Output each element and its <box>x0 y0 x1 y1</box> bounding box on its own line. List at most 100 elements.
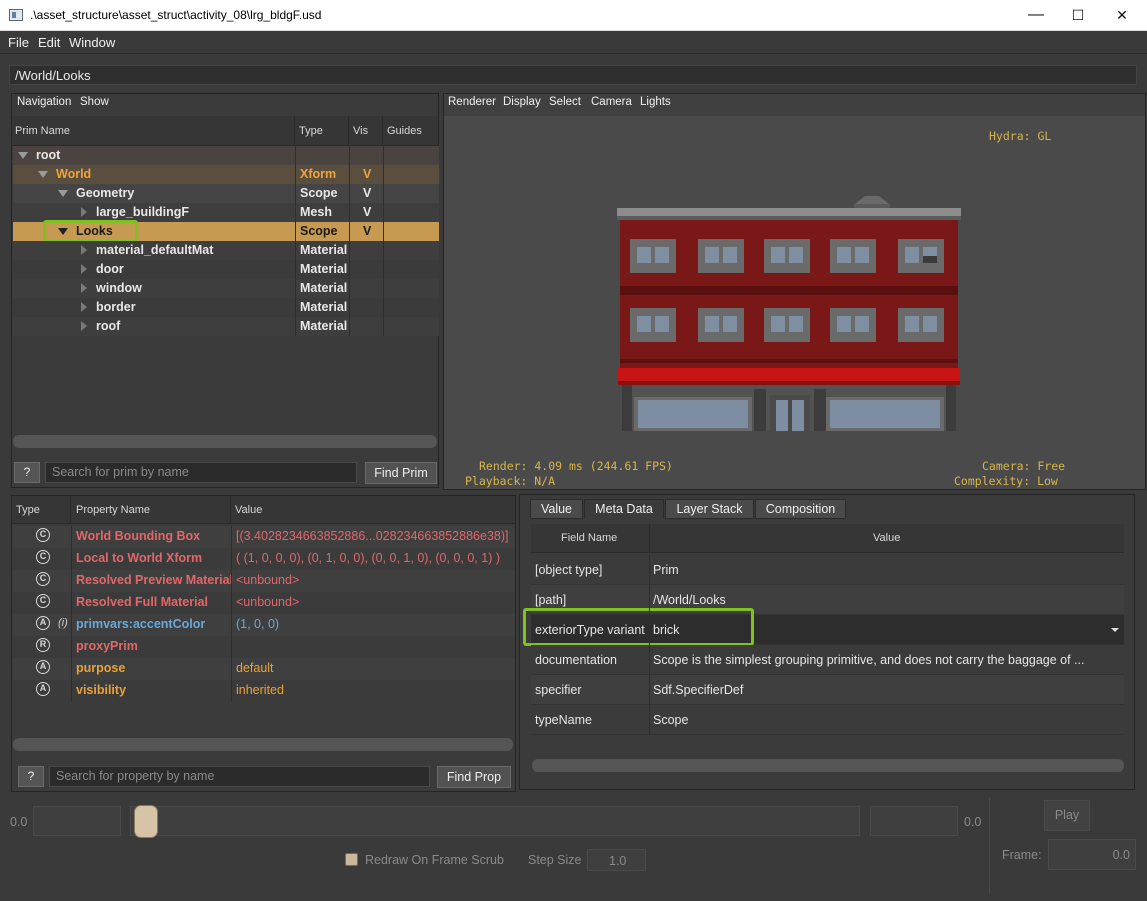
tree-row-door[interactable]: door Material <box>13 260 439 279</box>
tree-row-material-defaultmat[interactable]: material_defaultMat Material <box>13 241 439 260</box>
find-prop-button[interactable]: Find Prop <box>437 766 511 788</box>
tab-meta-data[interactable]: Meta Data <box>584 499 664 519</box>
tree-item-vis[interactable]: V <box>363 167 371 181</box>
end-frame-label: 0.0 <box>964 815 982 829</box>
tree-item-type: Xform <box>300 167 337 181</box>
frame-field[interactable]: 0.0 <box>1048 839 1136 870</box>
property-row[interactable]: R proxyPrim <box>13 636 515 658</box>
frame-slider[interactable] <box>130 806 860 836</box>
tree-item-type: Mesh <box>300 205 332 219</box>
attribute-icon: A <box>36 682 50 696</box>
collapse-arrow-icon[interactable] <box>81 207 87 217</box>
app-icon <box>9 9 23 21</box>
tree-help-button[interactable]: ? <box>14 462 40 483</box>
menu-edit[interactable]: Edit <box>38 35 60 50</box>
prim-search-input[interactable]: Search for prim by name <box>45 462 357 483</box>
property-row[interactable]: C Resolved Preview Material <unbound> <box>13 570 515 592</box>
property-row[interactable]: C World Bounding Box [(3.402823466385288… <box>13 526 515 548</box>
meta-row[interactable]: documentation Scope is the simplest grou… <box>531 645 1124 675</box>
tree-row-window[interactable]: window Material <box>13 279 439 298</box>
minimize-button[interactable]: — <box>1013 0 1059 31</box>
window-title: .\asset_structure\asset_struct\activity_… <box>30 8 322 22</box>
property-value: ( (1, 0, 0, 0), (0, 1, 0, 0), (0, 0, 1, … <box>236 551 500 565</box>
col-guides[interactable]: Guides <box>387 125 422 137</box>
redraw-checkbox[interactable] <box>345 853 358 866</box>
tree-row-border[interactable]: border Material <box>13 298 439 317</box>
play-button[interactable]: Play <box>1044 800 1090 831</box>
menu-lights[interactable]: Lights <box>640 96 671 108</box>
start-frame-field[interactable] <box>33 806 121 836</box>
tree-row-roof[interactable]: roof Material <box>13 317 439 336</box>
property-row[interactable]: A purpose default <box>13 658 515 680</box>
col-prop-type[interactable]: Type <box>16 504 40 516</box>
meta-row[interactable]: typeName Scope <box>531 705 1124 735</box>
tree-item-vis[interactable]: V <box>363 186 371 200</box>
collapse-arrow-icon[interactable] <box>81 283 87 293</box>
property-row[interactable]: C Local to World Xform ( (1, 0, 0, 0), (… <box>13 548 515 570</box>
collapse-arrow-icon[interactable] <box>81 321 87 331</box>
property-scrollbar[interactable] <box>13 738 513 751</box>
tree-row-geometry[interactable]: Geometry Scope V <box>13 184 439 203</box>
prim-path-field[interactable]: /World/Looks <box>9 65 1137 85</box>
menu-file[interactable]: File <box>8 35 29 50</box>
col-field-name[interactable]: Field Name <box>561 532 617 544</box>
step-size-field[interactable]: 1.0 <box>587 849 646 871</box>
menu-select[interactable]: Select <box>549 96 581 108</box>
close-button[interactable]: ✕ <box>1099 0 1145 31</box>
expand-arrow-icon[interactable] <box>58 190 68 197</box>
maximize-button[interactable]: ☐ <box>1055 0 1101 31</box>
property-search-input[interactable]: Search for property by name <box>49 766 430 787</box>
tree-header: Prim Name Type Vis Guides <box>12 116 438 146</box>
menu-bar: File Edit Window <box>0 31 1147 54</box>
property-name: purpose <box>76 661 126 675</box>
meta-field-value: Sdf.SpecifierDef <box>653 683 744 697</box>
col-prop-name[interactable]: Property Name <box>76 504 150 516</box>
tab-value[interactable]: Value <box>530 499 583 519</box>
tab-composition[interactable]: Composition <box>755 499 846 519</box>
col-prim-name[interactable]: Prim Name <box>15 125 70 137</box>
meta-field-name: documentation <box>535 653 618 667</box>
property-row[interactable]: A visibility inherited <box>13 680 515 702</box>
col-meta-value[interactable]: Value <box>873 532 900 544</box>
property-value: <unbound> <box>236 573 300 587</box>
property-help-button[interactable]: ? <box>18 766 44 787</box>
collapse-arrow-icon[interactable] <box>81 302 87 312</box>
menu-navigation[interactable]: Navigation <box>17 96 71 108</box>
frame-slider-handle[interactable] <box>134 805 158 838</box>
meta-field-value: Prim <box>653 563 679 577</box>
col-prop-value[interactable]: Value <box>235 504 262 516</box>
menu-show[interactable]: Show <box>80 96 109 108</box>
tree-item-name: large_buildingF <box>96 205 190 219</box>
col-type[interactable]: Type <box>299 125 323 137</box>
property-value: (1, 0, 0) <box>236 617 280 631</box>
tree-row-root[interactable]: root <box>13 146 439 165</box>
meta-row[interactable]: specifier Sdf.SpecifierDef <box>531 675 1124 705</box>
end-frame-field[interactable] <box>870 806 958 836</box>
redraw-label: Redraw On Frame Scrub <box>365 853 504 867</box>
render-viewport[interactable]: Hydra: GL Render: 4.09 ms (244.61 FPS) P… <box>444 116 1145 489</box>
col-vis[interactable]: Vis <box>353 125 368 137</box>
tree-row-world[interactable]: World Xform V <box>13 165 439 184</box>
menu-camera[interactable]: Camera <box>591 96 632 108</box>
collapse-arrow-icon[interactable] <box>81 264 87 274</box>
meta-field-name: [path] <box>535 593 567 607</box>
tab-layer-stack[interactable]: Layer Stack <box>665 499 754 519</box>
property-row[interactable]: C Resolved Full Material <unbound> <box>13 592 515 614</box>
property-row[interactable]: A (i) primvars:accentColor (1, 0, 0) <box>13 614 515 636</box>
expand-arrow-icon[interactable] <box>38 171 48 178</box>
meta-row[interactable]: [object type] Prim <box>531 555 1124 585</box>
meta-field-name: typeName <box>535 713 592 727</box>
collapse-arrow-icon[interactable] <box>81 245 87 255</box>
tree-item-name: roof <box>96 319 121 333</box>
menu-renderer[interactable]: Renderer <box>448 96 496 108</box>
dropdown-arrow-icon[interactable] <box>1111 628 1119 632</box>
tree-item-vis[interactable]: V <box>363 205 371 219</box>
step-size-label: Step Size <box>528 853 582 867</box>
tree-item-vis[interactable]: V <box>363 224 371 238</box>
menu-display[interactable]: Display <box>503 96 541 108</box>
find-prim-button[interactable]: Find Prim <box>365 462 437 484</box>
meta-scrollbar[interactable] <box>532 759 1124 772</box>
menu-window[interactable]: Window <box>69 35 115 50</box>
tree-scrollbar[interactable] <box>13 435 437 448</box>
expand-arrow-icon[interactable] <box>18 152 28 159</box>
